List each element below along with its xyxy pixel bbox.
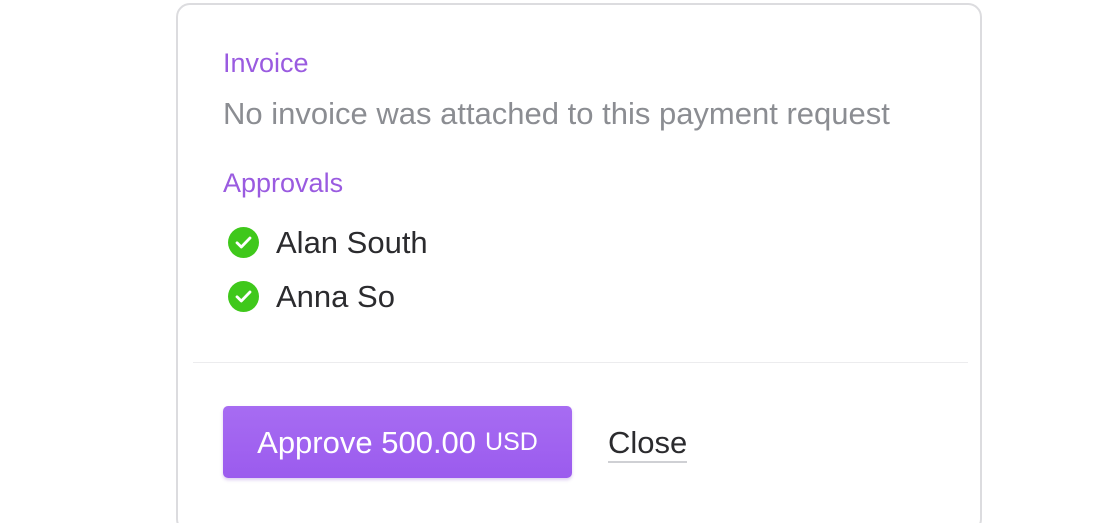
close-button[interactable]: Close [608,427,688,463]
check-circle-icon [228,226,259,258]
approve-currency-label: USD [485,427,538,456]
invoice-label: Invoice [223,48,309,78]
approver-name: Alan South [276,224,428,260]
approve-button[interactable]: Approve 500.00 USD [223,406,572,478]
payment-request-card: Invoice No invoice was attached to this … [176,3,982,523]
approvals-label: Approvals [223,168,344,198]
approve-amount-label: Approve 500.00 [257,424,477,460]
approver-name: Anna So [276,278,395,314]
approval-item: Anna So [228,269,428,323]
check-circle-icon [228,280,259,312]
approval-item: Alan South [228,215,428,269]
invoice-status-text: No invoice was attached to this payment … [223,96,890,131]
footer-divider [193,362,968,363]
approvals-list: Alan South Anna So [228,215,428,323]
